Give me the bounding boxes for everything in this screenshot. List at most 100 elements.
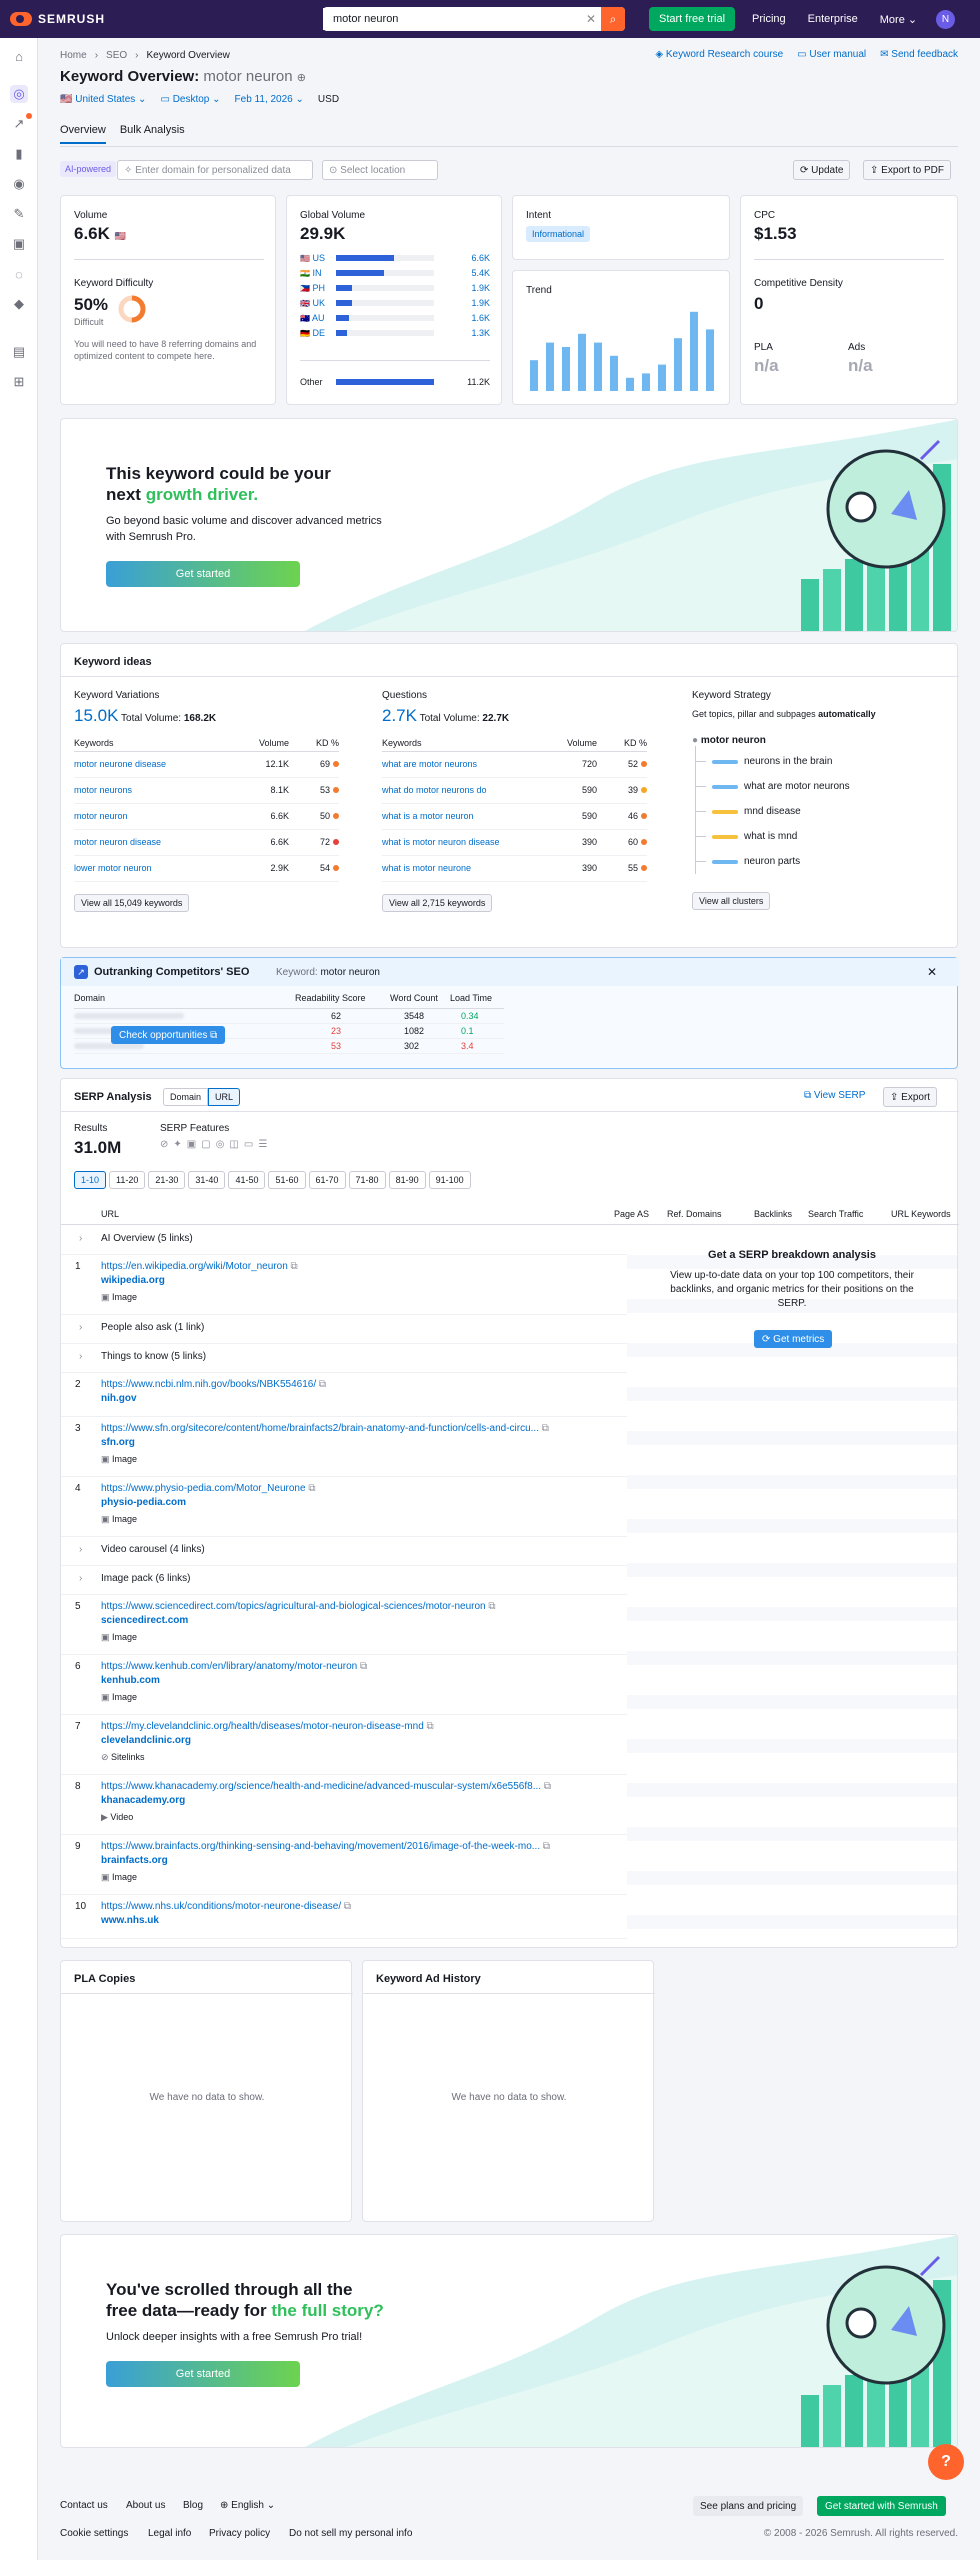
update-button[interactable]: ⟳ Update: [793, 160, 851, 180]
page-button[interactable]: 81-90: [388, 1171, 426, 1189]
strategy-item[interactable]: mnd disease: [696, 806, 801, 817]
page-button[interactable]: 31-40: [188, 1171, 226, 1189]
do-not-sell-link[interactable]: Do not sell my personal info: [289, 2528, 412, 2539]
result-url-link[interactable]: https://my.clevelandclinic.org/health/di…: [101, 1721, 611, 1732]
ads-icon[interactable]: ◆: [10, 295, 28, 313]
privacy-policy-link[interactable]: Privacy policy: [209, 2528, 270, 2539]
help-button[interactable]: ?: [928, 2444, 964, 2480]
result-domain[interactable]: sciencedirect.com: [101, 1615, 188, 1626]
view-all-questions-button[interactable]: View all 2,715 keywords: [382, 893, 493, 912]
manual-link[interactable]: ▭ User manual: [797, 49, 866, 60]
course-link[interactable]: ◈ Keyword Research course: [655, 49, 783, 60]
add-icon[interactable]: ⊕: [297, 72, 306, 84]
check-opportunities-button[interactable]: Check opportunities ⧉: [111, 1026, 226, 1044]
clear-icon[interactable]: ✕: [581, 12, 601, 26]
page-button[interactable]: 51-60: [268, 1171, 306, 1189]
search-icon[interactable]: ⌕: [601, 7, 625, 31]
page-button[interactable]: 21-30: [148, 1171, 186, 1189]
footer-contact-link[interactable]: Contact us: [60, 2500, 108, 2511]
ai-icon[interactable]: ◌: [10, 265, 28, 283]
strategy-item[interactable]: what is mnd: [696, 831, 797, 842]
country-code[interactable]: 🇬🇧 UK: [300, 298, 330, 308]
result-domain[interactable]: physio-pedia.com: [101, 1497, 186, 1508]
footer-blog-link[interactable]: Blog: [183, 2500, 203, 2511]
footer-about-link[interactable]: About us: [126, 2500, 165, 2511]
country-code[interactable]: 🇮🇳 IN: [300, 268, 330, 278]
keyword-link[interactable]: what is motor neuron disease: [382, 829, 554, 856]
keyword-link[interactable]: what is a motor neuron: [382, 803, 554, 830]
language-select[interactable]: ⊕ English ⌄: [220, 2500, 275, 2511]
page-button[interactable]: 91-100: [428, 1171, 471, 1189]
serp-feature-row[interactable]: › People also ask (1 link): [61, 1314, 611, 1343]
chart-icon[interactable]: ▮: [10, 145, 28, 163]
result-url-link[interactable]: https://www.ncbi.nlm.nih.gov/books/NBK55…: [101, 1379, 611, 1390]
country-code[interactable]: 🇩🇪 DE: [300, 328, 330, 338]
content-icon[interactable]: ✎: [10, 205, 28, 223]
avatar[interactable]: N: [936, 10, 955, 29]
seo-icon[interactable]: ◎: [10, 85, 28, 103]
location-select[interactable]: ⊙ Select location: [322, 160, 438, 180]
country-code[interactable]: 🇵🇭 PH: [300, 283, 330, 293]
serp-feature-row[interactable]: › Things to know (5 links): [61, 1343, 611, 1372]
questions-count[interactable]: 2.7K: [382, 706, 417, 725]
device-select[interactable]: ▭ Desktop ⌄: [160, 94, 220, 105]
serp-feature-row[interactable]: › AI Overview (5 links): [61, 1225, 611, 1254]
result-url-link[interactable]: https://www.kenhub.com/en/library/anatom…: [101, 1661, 611, 1672]
keyword-link[interactable]: what is motor neurone: [382, 855, 554, 882]
country-select[interactable]: 🇺🇸 United States ⌄: [60, 94, 146, 105]
result-url-link[interactable]: https://en.wikipedia.org/wiki/Motor_neur…: [101, 1261, 611, 1272]
search-input[interactable]: [323, 8, 581, 30]
keyword-link[interactable]: motor neurons: [74, 777, 237, 804]
nav-more[interactable]: More ⌄: [880, 13, 917, 26]
page-button[interactable]: 61-70: [308, 1171, 346, 1189]
serp-feature-row[interactable]: › Video carousel (4 links): [61, 1536, 611, 1565]
get-metrics-button[interactable]: ⟳ Get metrics: [754, 1330, 833, 1348]
breadcrumb-seo[interactable]: SEO: [106, 50, 127, 61]
export-pdf-button[interactable]: ⇪ Export to PDF: [863, 160, 951, 180]
keyword-link[interactable]: what are motor neurons: [382, 751, 554, 778]
nav-pricing[interactable]: Pricing: [752, 13, 786, 25]
legal-info-link[interactable]: Legal info: [148, 2528, 191, 2539]
result-url-link[interactable]: https://www.sfn.org/sitecore/content/hom…: [101, 1423, 611, 1434]
result-domain[interactable]: kenhub.com: [101, 1675, 160, 1686]
keyword-link[interactable]: lower motor neuron: [74, 855, 237, 882]
result-url-link[interactable]: https://www.physio-pedia.com/Motor_Neuro…: [101, 1483, 611, 1494]
result-domain[interactable]: brainfacts.org: [101, 1855, 168, 1866]
result-domain[interactable]: khanacademy.org: [101, 1795, 185, 1806]
page-button[interactable]: 71-80: [348, 1171, 386, 1189]
reports-icon[interactable]: ▤: [10, 343, 28, 361]
view-all-variations-button[interactable]: View all 15,049 keywords: [74, 893, 190, 912]
country-code[interactable]: 🇦🇺 AU: [300, 313, 330, 323]
nav-enterprise[interactable]: Enterprise: [808, 13, 858, 25]
get-started-semrush-button[interactable]: Get started with Semrush: [817, 2496, 946, 2516]
see-plans-button[interactable]: See plans and pricing: [693, 2496, 804, 2516]
date-select[interactable]: Feb 11, 2026 ⌄: [235, 94, 304, 105]
strategy-item[interactable]: what are motor neurons: [696, 781, 850, 792]
result-domain[interactable]: www.nhs.uk: [101, 1915, 159, 1926]
traffic-icon[interactable]: ↗: [10, 115, 28, 133]
page-button[interactable]: 41-50: [228, 1171, 266, 1189]
promo-get-started-button[interactable]: Get started: [106, 2361, 300, 2387]
country-code[interactable]: 🇺🇸 US: [300, 253, 330, 263]
feedback-link[interactable]: ✉ Send feedback: [880, 49, 958, 60]
domain-input[interactable]: ✧ Enter domain for personalized data: [117, 160, 313, 180]
view-all-clusters-button[interactable]: View all clusters: [692, 892, 771, 910]
tab-overview[interactable]: Overview: [60, 124, 106, 144]
local-icon[interactable]: ◉: [10, 175, 28, 193]
social-icon[interactable]: ▣: [10, 235, 28, 253]
result-domain[interactable]: nih.gov: [101, 1393, 137, 1404]
cookie-settings-link[interactable]: Cookie settings: [60, 2528, 128, 2539]
breadcrumb-home[interactable]: Home: [60, 50, 87, 61]
keyword-link[interactable]: motor neurone disease: [74, 751, 237, 778]
close-icon[interactable]: ✕: [927, 965, 937, 979]
page-button[interactable]: 1-10: [74, 1171, 107, 1189]
result-domain[interactable]: sfn.org: [101, 1437, 135, 1448]
result-url-link[interactable]: https://www.sciencedirect.com/topics/agr…: [101, 1601, 611, 1612]
strategy-item[interactable]: neurons in the brain: [696, 756, 832, 767]
page-button[interactable]: 11-20: [109, 1171, 146, 1189]
apps-icon[interactable]: ⊞: [10, 373, 28, 391]
result-url-link[interactable]: https://www.khanacademy.org/science/heal…: [101, 1781, 611, 1792]
keyword-link[interactable]: motor neuron: [74, 803, 237, 830]
serp-feature-row[interactable]: › Image pack (6 links): [61, 1565, 611, 1594]
toggle-domain[interactable]: Domain: [163, 1088, 209, 1106]
